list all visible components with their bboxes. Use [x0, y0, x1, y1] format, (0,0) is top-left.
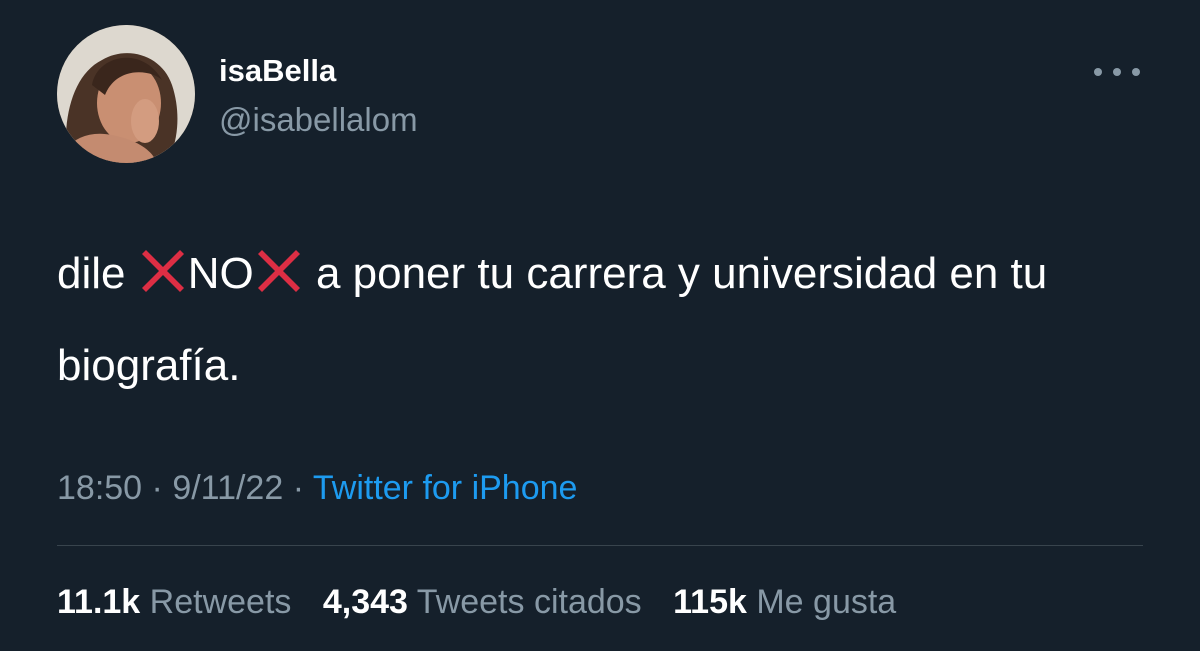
- cross-mark-icon: [138, 240, 188, 324]
- tweet-date[interactable]: 9/11/22: [172, 469, 283, 507]
- user-handle[interactable]: @isabellalom: [219, 100, 418, 140]
- retweets-stat[interactable]: 11.1k Retweets: [57, 583, 291, 621]
- cross-mark-icon: [254, 240, 304, 324]
- quote-tweets-stat[interactable]: 4,343 Tweets citados: [323, 583, 642, 621]
- dot: [1132, 68, 1140, 76]
- tweet-time[interactable]: 18:50: [57, 469, 142, 507]
- tweet-text: dile NO a poner tu carrera y universidad…: [57, 232, 1147, 408]
- dot: [1113, 68, 1121, 76]
- display-name[interactable]: isaBella: [219, 52, 336, 90]
- dot: [1094, 68, 1102, 76]
- likes-stat[interactable]: 115k Me gusta: [673, 583, 896, 621]
- quote-tweets-label: Tweets citados: [416, 583, 642, 621]
- retweets-label: Retweets: [149, 583, 292, 621]
- avatar[interactable]: [57, 25, 195, 163]
- tweet-text-part1: dile: [57, 249, 138, 298]
- tweet-text-no: NO: [187, 249, 254, 298]
- quote-tweets-count: 4,343: [322, 583, 408, 621]
- likes-count: 115k: [673, 583, 747, 621]
- avatar-photo: [57, 25, 195, 163]
- retweets-count: 11.1k: [57, 583, 141, 621]
- tweet-stats: 11.1k Retweets 4,343 Tweets citados 115k…: [57, 580, 918, 624]
- meta-separator: ·: [292, 469, 305, 507]
- meta-separator: ·: [151, 469, 163, 507]
- tweet-meta: 18:50 · 9/11/22 · Twitter for iPhone: [57, 466, 577, 510]
- tweet-source-link[interactable]: Twitter for iPhone: [313, 469, 578, 507]
- divider: [57, 545, 1143, 546]
- likes-label: Me gusta: [756, 583, 897, 621]
- more-options-icon[interactable]: [1094, 60, 1140, 84]
